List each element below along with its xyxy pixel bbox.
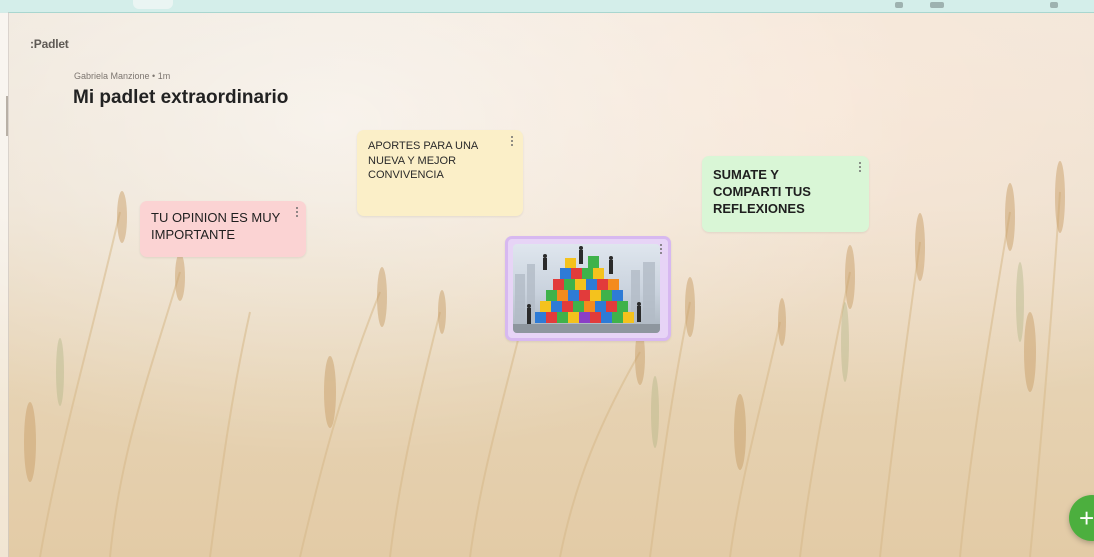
post-card-opinion[interactable]: TU OPINION ES MUY IMPORTANTE — [140, 201, 306, 257]
post-text: TU OPINION ES MUY IMPORTANTE — [151, 210, 281, 243]
browser-profile-icon[interactable] — [930, 2, 944, 8]
post-text: APORTES PARA UNA NUEVA Y MEJOR CONVIVENC… — [368, 140, 478, 182]
padlet-board: :Padlet Gabriela Manzione • 1m Mi padlet… — [0, 0, 1094, 557]
address-bar-segment[interactable] — [133, 0, 173, 9]
left-window-edge — [0, 12, 9, 557]
post-menu-icon[interactable] — [295, 207, 299, 217]
plus-icon: + — [1079, 503, 1094, 533]
post-card-sumate[interactable]: SUMATE Y COMPARTI TUS REFLEXIONES — [702, 156, 869, 232]
post-card-aportes[interactable]: APORTES PARA UNA NUEVA Y MEJOR CONVIVENC… — [357, 130, 523, 216]
post-card-image[interactable] — [505, 236, 671, 341]
browser-extension-icon[interactable] — [895, 2, 903, 8]
post-text: SUMATE Y COMPARTI TUS REFLEXIONES — [713, 167, 811, 217]
browser-menu-icon[interactable] — [1050, 2, 1058, 8]
puzzle-teamwork-image[interactable] — [513, 244, 660, 333]
resize-handle[interactable] — [6, 96, 8, 136]
padlet-logo[interactable]: :Padlet — [30, 37, 69, 51]
board-title: Mi padlet extraordinario — [73, 87, 289, 108]
post-menu-icon[interactable] — [858, 162, 862, 172]
board-author-meta: Gabriela Manzione • 1m — [74, 71, 171, 81]
browser-toolbar — [0, 0, 1094, 13]
post-menu-icon[interactable] — [510, 136, 514, 146]
post-menu-icon[interactable] — [659, 244, 663, 254]
